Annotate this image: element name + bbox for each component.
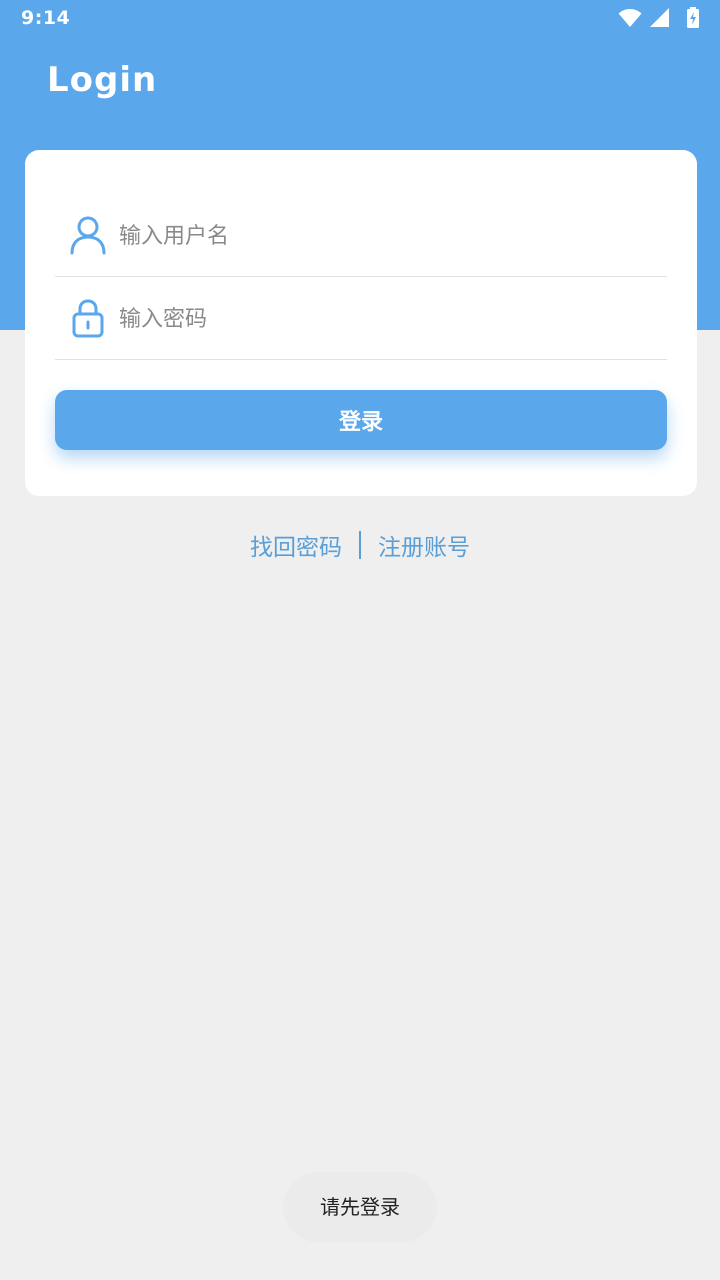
forgot-password-link[interactable]: 找回密码 (250, 528, 342, 562)
account-links: 找回密码 注册账号 (0, 528, 720, 564)
status-time: 9:14 (21, 7, 71, 29)
wifi-icon (618, 9, 642, 27)
user-icon (70, 216, 106, 255)
cell-signal-icon (650, 8, 669, 27)
status-bar: 9:14 (0, 0, 720, 36)
toast-message: 请先登录 (283, 1172, 437, 1242)
register-link[interactable]: 注册账号 (378, 528, 470, 562)
battery-charging-icon (687, 7, 699, 28)
username-input[interactable] (119, 211, 649, 261)
password-field (55, 278, 667, 360)
links-divider (359, 531, 361, 559)
login-button[interactable]: 登录 (55, 390, 667, 450)
lock-icon (72, 299, 104, 338)
username-field (55, 195, 667, 277)
password-input[interactable] (119, 294, 649, 344)
page-title: Login (47, 60, 158, 100)
login-card: 登录 (25, 150, 697, 496)
login-screen: 9:14 Login 输入用户名 登录 找回密码 注册账号 请先登录 (0, 0, 720, 1280)
